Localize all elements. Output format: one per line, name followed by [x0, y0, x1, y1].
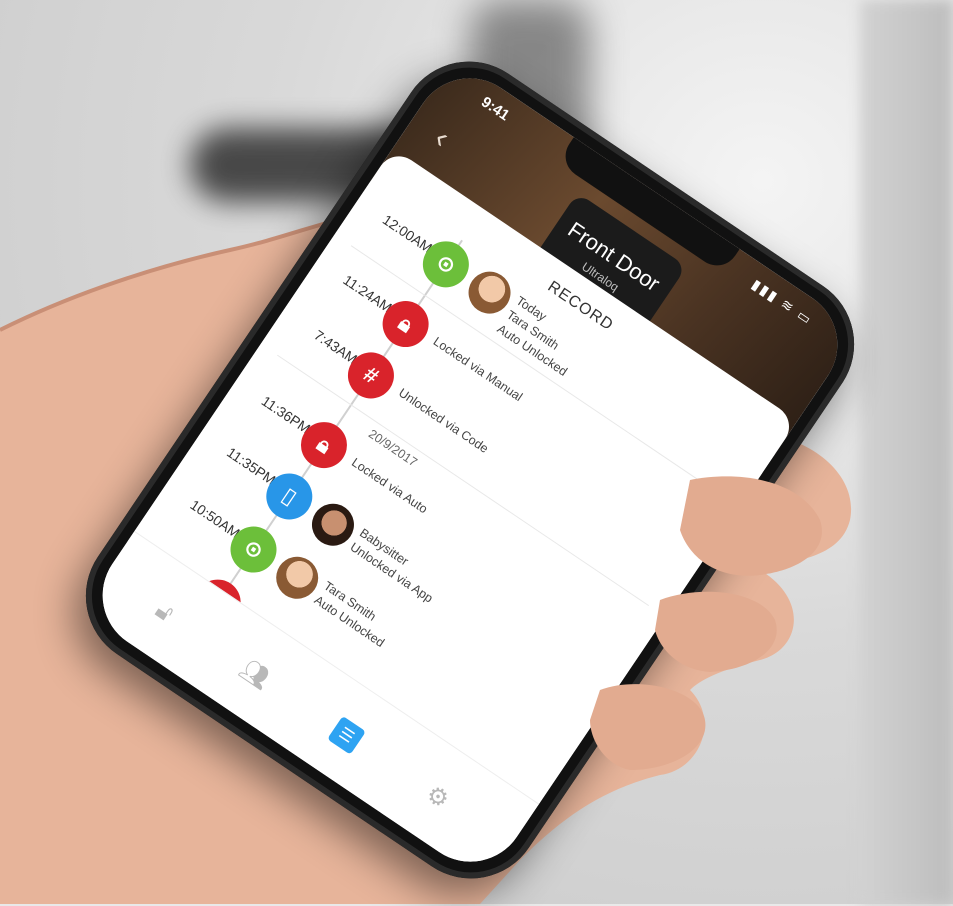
users-icon: 👥︎	[235, 654, 276, 694]
signal-wifi-battery-icon: ▮▮▮ ≋ ▭	[749, 275, 816, 329]
settings-tab[interactable]: ⚙	[410, 769, 466, 825]
lock-outline-icon: 🔓︎	[150, 596, 179, 628]
lock-tab[interactable]: 🔓︎	[136, 585, 192, 641]
users-tab[interactable]: 👥︎	[228, 646, 284, 702]
list-icon: ☰	[327, 715, 366, 755]
phone-screen: 9:41 ▮▮▮ ≋ ▭ ‹ Front Door Ultraloq RECOR…	[80, 56, 860, 884]
back-button[interactable]: ‹	[428, 122, 455, 156]
records-tab[interactable]: ☰	[319, 708, 375, 764]
status-time: 9:41	[478, 93, 513, 125]
phone-device: 9:41 ▮▮▮ ≋ ▭ ‹ Front Door Ultraloq RECOR…	[58, 34, 882, 906]
gear-icon: ⚙	[421, 779, 455, 815]
